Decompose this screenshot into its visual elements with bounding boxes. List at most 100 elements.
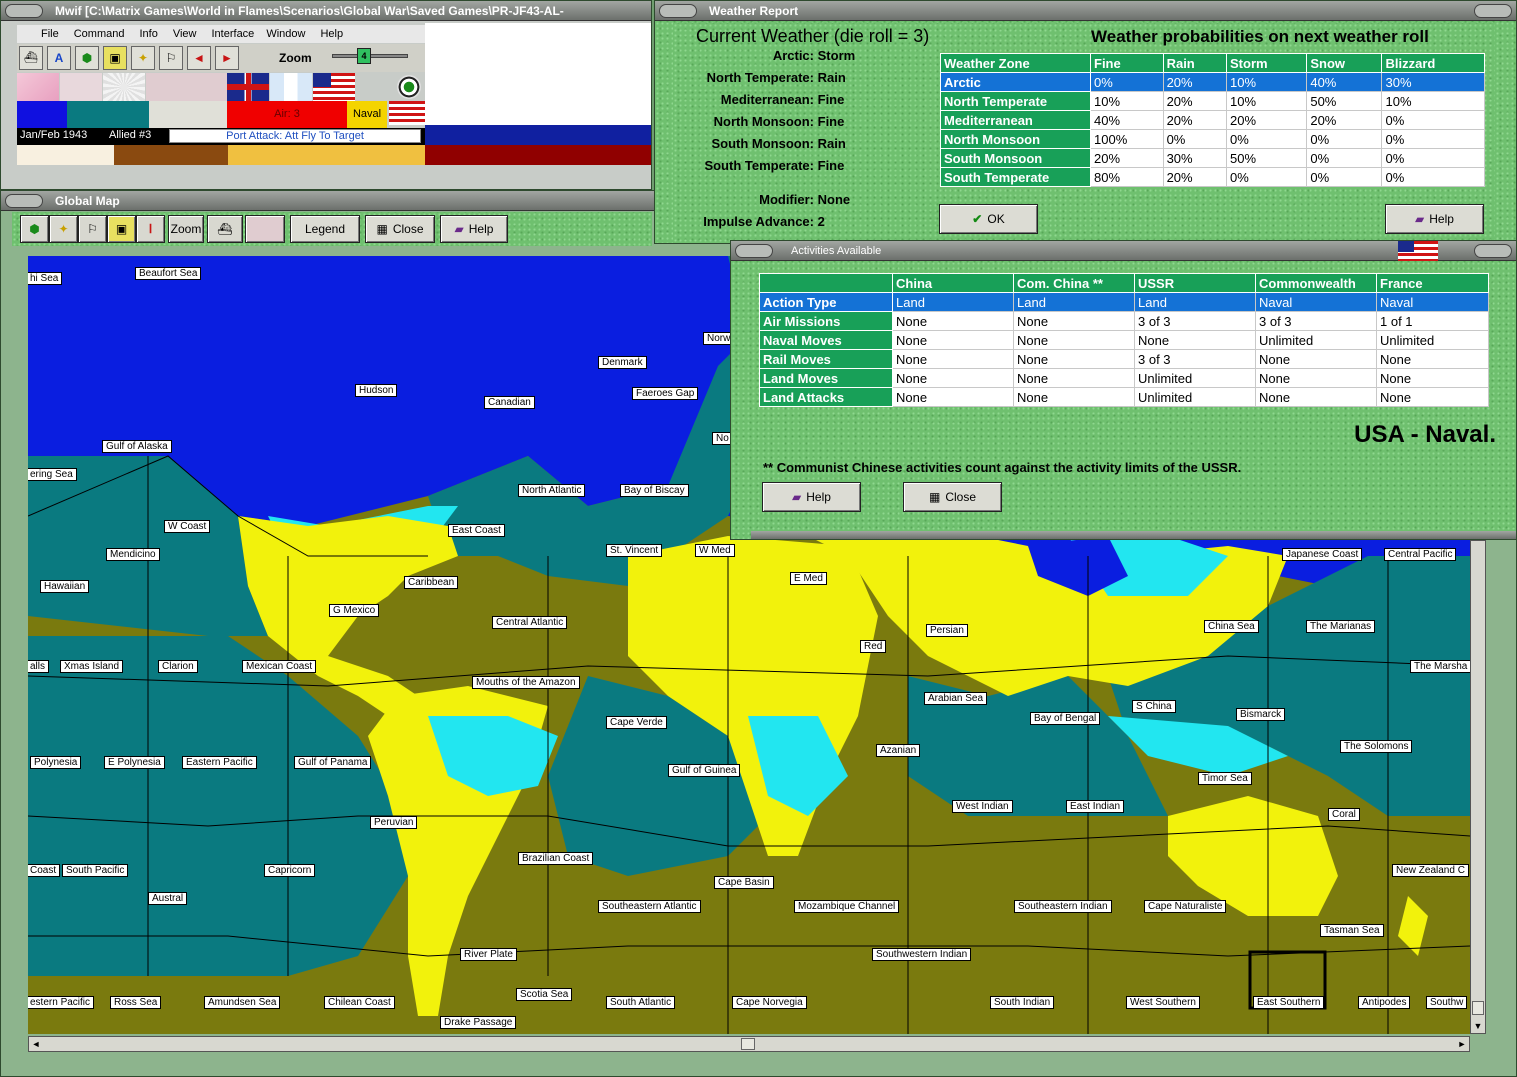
hex-icon[interactable]: ⬢ (75, 46, 99, 70)
sea-label[interactable]: Faeroes Gap (632, 387, 699, 400)
sea-label[interactable]: Gulf of Panama (294, 756, 372, 769)
map-close-button[interactable]: ▦ Close (365, 215, 435, 243)
sea-label[interactable]: alls (28, 660, 50, 673)
ship-icon[interactable]: ⛴ (19, 46, 43, 70)
sea-label[interactable]: West Indian (952, 800, 1013, 813)
sea-label[interactable]: hi Sea (28, 272, 63, 285)
sea-label[interactable]: Tasman Sea (1320, 924, 1384, 937)
table-row[interactable]: Air Missions None None 3 of 3 3 of 3 1 o… (759, 311, 1489, 331)
menu-view[interactable]: View (173, 25, 197, 43)
flag-italy-icon[interactable] (60, 73, 102, 101)
star-filter-icon[interactable]: ✦ (49, 215, 78, 243)
sea-label[interactable]: Polynesia (30, 756, 82, 769)
menu-file[interactable]: File (41, 25, 59, 43)
activities-close-button[interactable]: ▦ Close (903, 482, 1002, 512)
table-row[interactable]: Mediterranean 40% 20% 20% 20% 0% (940, 110, 1485, 130)
activities-help-button[interactable]: ▰ Help (762, 482, 861, 512)
flag-icon[interactable]: ⚐ (159, 46, 183, 70)
sea-label[interactable]: South Pacific (62, 864, 129, 877)
sea-label[interactable]: W Med (695, 544, 735, 557)
star-icon[interactable]: ✦ (131, 46, 155, 70)
font-a-icon[interactable]: A (47, 46, 71, 70)
sea-label[interactable]: The Marianas (1306, 620, 1376, 633)
sea-label[interactable]: The Solomons (1340, 740, 1413, 753)
sea-label[interactable]: Eastern Pacific (182, 756, 257, 769)
main-window-titlebar[interactable]: Mwif [C:\Matrix Games\World in Flames\Sc… (1, 1, 651, 21)
sea-label[interactable]: Drake Passage (440, 1016, 517, 1029)
ship-filter-icon[interactable]: ⛴ (207, 215, 243, 243)
map-help-button[interactable]: ▰ Help (440, 215, 508, 243)
sea-label[interactable]: Cape Verde (606, 716, 667, 729)
ok-button[interactable]: ✔ OK (939, 204, 1038, 234)
sea-label[interactable]: Central Atlantic (492, 616, 568, 629)
menu-command[interactable]: Command (74, 25, 125, 43)
table-row[interactable]: Land Attacks None None Unlimited None No… (759, 387, 1489, 407)
sea-label[interactable]: ering Sea (28, 468, 77, 481)
sea-label[interactable]: Gulf of Alaska (102, 440, 172, 453)
menu-help[interactable]: Help (320, 25, 343, 43)
sea-label[interactable]: East Southern (1253, 996, 1325, 1009)
sea-label[interactable]: North Atlantic (518, 484, 586, 497)
sea-label[interactable]: Beaufort Sea (135, 267, 202, 280)
sea-label[interactable]: Scotia Sea (516, 988, 573, 1001)
sea-label[interactable]: Mouths of the Amazon (472, 676, 580, 689)
sea-label[interactable]: Chilean Coast (324, 996, 395, 1009)
sea-label[interactable]: New Zealand C (1392, 864, 1469, 877)
sea-label[interactable]: Gulf of Guinea (668, 764, 741, 777)
zoom-button[interactable]: Zoom (168, 215, 204, 243)
sea-label[interactable]: East Indian (1066, 800, 1125, 813)
sea-label[interactable]: W Coast (164, 520, 211, 533)
sea-label[interactable]: Arabian Sea (924, 692, 988, 705)
flag-japan-icon[interactable] (103, 73, 145, 101)
sea-label[interactable]: China Sea (1204, 620, 1259, 633)
arrow-left-icon[interactable]: ◄ (187, 46, 211, 70)
sea-label[interactable]: St. Vincent (606, 544, 663, 557)
sea-label[interactable]: Timor Sea (1198, 772, 1252, 785)
sea-label[interactable]: Hudson (355, 384, 398, 397)
sea-label[interactable]: Caribbean (404, 576, 459, 589)
table-row[interactable]: Rail Moves None None 3 of 3 None None (759, 349, 1489, 369)
window-control-right[interactable] (1474, 4, 1512, 18)
sea-label[interactable]: Mozambique Channel (794, 900, 900, 913)
window-control[interactable] (735, 244, 773, 258)
blank-filter-icon[interactable] (245, 215, 285, 243)
window-control[interactable] (659, 4, 697, 18)
sea-label[interactable]: Cape Naturaliste (1144, 900, 1227, 913)
sea-label[interactable]: Persian (926, 624, 968, 637)
sea-label[interactable]: East Coast (448, 524, 505, 537)
flag-france-icon[interactable] (270, 73, 312, 101)
sea-label[interactable]: Austral (148, 892, 188, 905)
table-row[interactable]: South Temperate 80% 20% 0% 0% 0% (940, 167, 1485, 187)
counter-filter-icon[interactable]: ▣ (107, 215, 136, 243)
sea-label[interactable]: Central Pacific (1384, 548, 1457, 561)
zoom-slider-thumb[interactable]: 4 (357, 48, 371, 64)
sea-label[interactable]: Southwestern Indian (872, 948, 972, 961)
sea-label[interactable]: South Atlantic (606, 996, 676, 1009)
table-row[interactable]: South Monsoon 20% 30% 50% 0% 0% (940, 148, 1485, 168)
map-vertical-scrollbar[interactable]: ▼ (1470, 540, 1486, 1034)
sea-label[interactable]: E Polynesia (104, 756, 165, 769)
scroll-left-arrow-icon[interactable]: ◄ (29, 1037, 43, 1051)
flag-usa-icon[interactable] (313, 73, 355, 101)
map-horizontal-scrollbar[interactable]: ◄ ► (28, 1036, 1470, 1052)
sea-label[interactable]: Bismarck (1236, 708, 1286, 721)
sea-label[interactable]: E Med (790, 572, 827, 585)
sea-label[interactable]: Clarion (158, 660, 198, 673)
scroll-thumb[interactable] (1472, 1001, 1484, 1015)
sea-label[interactable]: West Southern (1126, 996, 1200, 1009)
sea-label[interactable]: Peruvian (370, 816, 418, 829)
weather-titlebar[interactable]: Weather Report (655, 1, 1516, 21)
window-control[interactable] (5, 4, 43, 18)
sea-label[interactable]: Southeastern Indian (1014, 900, 1112, 913)
sea-label[interactable]: Southeastern Atlantic (598, 900, 701, 913)
legend-button[interactable]: Legend (290, 215, 360, 243)
table-row[interactable]: North Temperate 10% 20% 10% 50% 10% (940, 91, 1485, 111)
sea-label[interactable]: Japanese Coast (1282, 548, 1363, 561)
unit-icon[interactable]: Ⅰ (136, 215, 165, 243)
sea-label[interactable]: Canadian (484, 396, 535, 409)
weather-help-button[interactable]: ▰ Help (1385, 204, 1484, 234)
sea-label[interactable]: Denmark (598, 356, 647, 369)
sea-label[interactable]: estern Pacific (28, 996, 95, 1009)
table-row[interactable]: Arctic 0% 20% 10% 40% 30% (940, 72, 1485, 92)
sea-label[interactable]: Amundsen Sea (204, 996, 281, 1009)
